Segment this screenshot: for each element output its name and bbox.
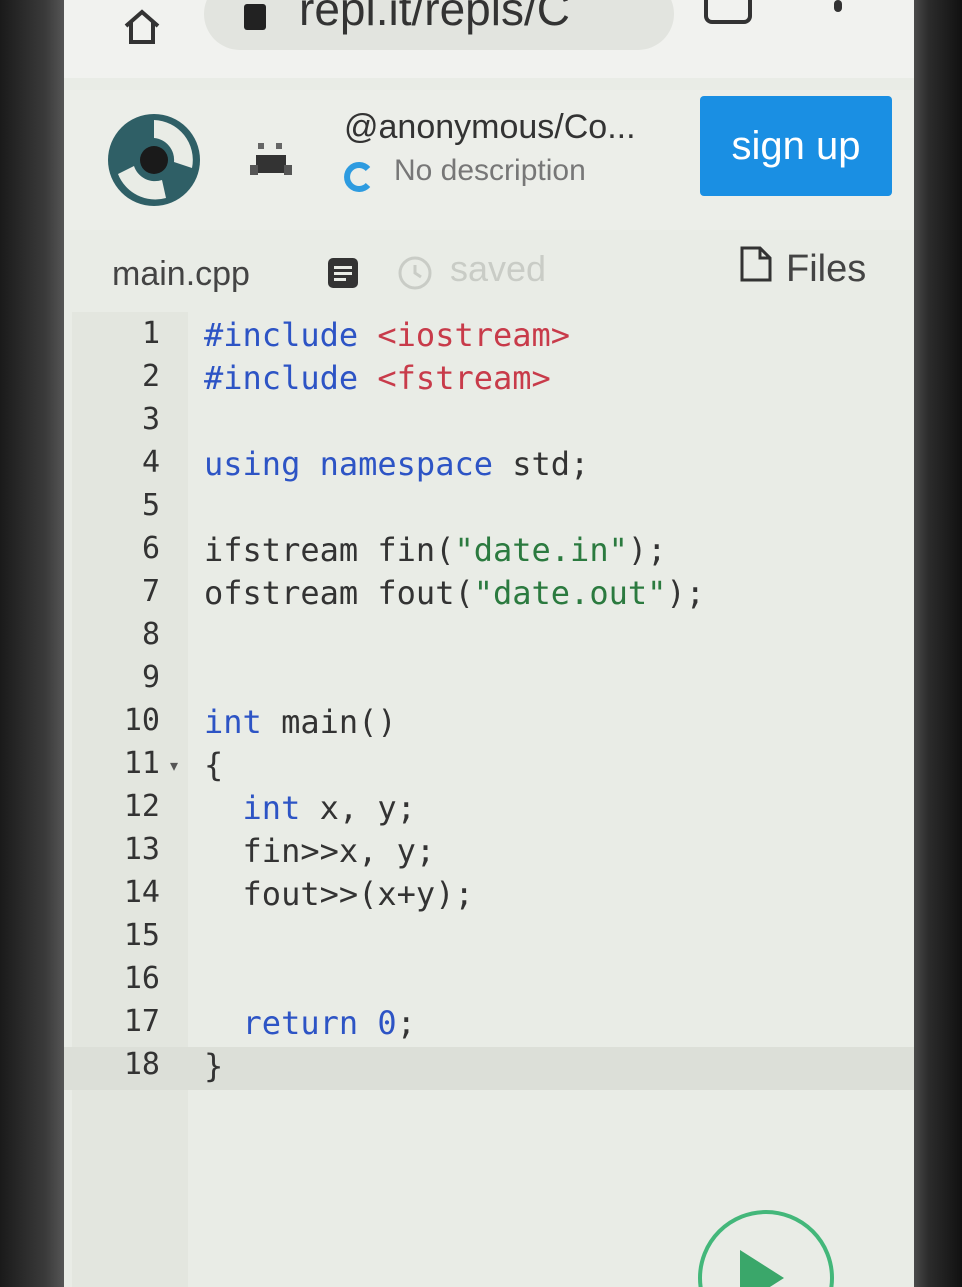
- tab-main-cpp[interactable]: main.cpp: [112, 255, 250, 294]
- fold-toggle-icon[interactable]: ▾: [170, 756, 178, 775]
- code-line[interactable]: 15: [64, 918, 914, 961]
- line-number: 12: [123, 789, 160, 824]
- phone-bezel-left: [0, 0, 64, 1287]
- code-text[interactable]: fin>>x, y;: [204, 832, 436, 870]
- saved-history-icon: [398, 256, 432, 290]
- line-number: 18: [123, 1047, 160, 1082]
- menu-icon[interactable]: [834, 0, 842, 12]
- line-number: 10: [123, 703, 160, 738]
- replit-logo-icon[interactable]: [104, 110, 204, 210]
- repl-description: No description: [394, 154, 586, 187]
- code-text[interactable]: {: [204, 746, 223, 784]
- line-number: 13: [123, 832, 160, 867]
- code-text[interactable]: }: [204, 1047, 223, 1085]
- phone-screen: repl.it/repls/C @anonymous/Co... No desc…: [64, 0, 914, 1287]
- code-line[interactable]: 16: [64, 961, 914, 1004]
- code-line[interactable]: 10 int main(): [64, 703, 914, 746]
- code-line[interactable]: 18}: [64, 1047, 914, 1090]
- code-text[interactable]: int main(): [204, 703, 397, 741]
- line-number: 15: [123, 918, 160, 953]
- code-text[interactable]: #include <fstream>: [204, 359, 551, 397]
- code-text[interactable]: #include <iostream>: [204, 316, 570, 354]
- code-line[interactable]: 8: [64, 617, 914, 660]
- code-text[interactable]: ifstream fin("date.in");: [204, 531, 666, 569]
- code-line[interactable]: 14 fout>>(x+y);: [64, 875, 914, 918]
- line-number: 6: [141, 531, 160, 566]
- code-line[interactable]: 1 #include <iostream>: [64, 316, 914, 359]
- phone-bezel-right: [914, 0, 962, 1287]
- line-number: 8: [141, 617, 160, 652]
- line-number: 5: [141, 488, 160, 523]
- line-number: 11: [123, 746, 160, 781]
- code-text[interactable]: ofstream fout("date.out");: [204, 574, 705, 612]
- code-text[interactable]: int x, y;: [204, 789, 416, 827]
- code-line[interactable]: 5: [64, 488, 914, 531]
- code-line[interactable]: 4 using namespace std;: [64, 445, 914, 488]
- save-status: saved: [450, 248, 547, 289]
- repl-title[interactable]: @anonymous/Co...: [344, 108, 636, 147]
- url-text[interactable]: repl.it/repls/C: [299, 0, 570, 36]
- code-line[interactable]: 6 ifstream fin("date.in");: [64, 531, 914, 574]
- code-text[interactable]: return 0;: [204, 1004, 416, 1042]
- code-line[interactable]: 2 #include <fstream>: [64, 359, 914, 402]
- format-icon[interactable]: [326, 256, 360, 290]
- line-number: 4: [141, 445, 160, 480]
- sign-up-button[interactable]: sign up: [700, 96, 892, 196]
- lock-icon: [244, 4, 266, 30]
- code-line[interactable]: 9: [64, 660, 914, 703]
- play-icon[interactable]: [740, 1250, 784, 1287]
- line-number: 9: [141, 660, 160, 695]
- home-icon[interactable]: [122, 6, 162, 46]
- line-number: 14: [123, 875, 160, 910]
- code-text[interactable]: fout>>(x+y);: [204, 875, 474, 913]
- code-line[interactable]: 12 int x, y;: [64, 789, 914, 832]
- line-number: 17: [123, 1004, 160, 1039]
- code-line[interactable]: 11 ▾ {: [64, 746, 914, 789]
- tabs-icon[interactable]: [704, 0, 752, 24]
- code-text[interactable]: using namespace std;: [204, 445, 589, 483]
- code-line[interactable]: 17 return 0;: [64, 1004, 914, 1047]
- files-button[interactable]: Files: [786, 248, 866, 291]
- loading-icon: [344, 162, 371, 192]
- line-number: 16: [123, 961, 160, 996]
- avatar[interactable]: [246, 135, 296, 185]
- line-number: 3: [141, 402, 160, 437]
- code-line[interactable]: 7 ofstream fout("date.out");: [64, 574, 914, 617]
- code-line[interactable]: 3: [64, 402, 914, 445]
- code-line[interactable]: 13 fin>>x, y;: [64, 832, 914, 875]
- line-number: 7: [141, 574, 160, 609]
- line-number: 2: [141, 359, 160, 394]
- file-icon[interactable]: [736, 244, 776, 284]
- line-number: 1: [141, 316, 160, 351]
